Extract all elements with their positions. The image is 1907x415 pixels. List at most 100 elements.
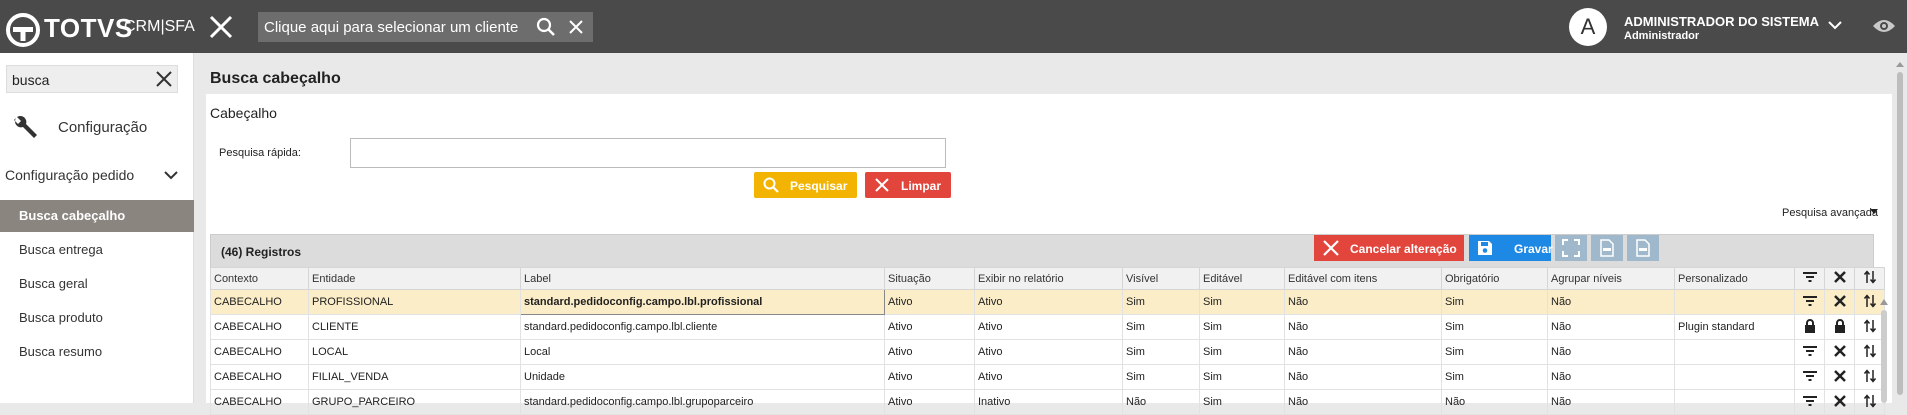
sidebar-config-title[interactable]: Configuração: [58, 119, 147, 136]
column-header[interactable]: Agrupar níveis: [1547, 267, 1675, 290]
filter-cell[interactable]: [1794, 364, 1825, 390]
table-cell: Sim: [1441, 339, 1548, 365]
tools-cell[interactable]: [1824, 389, 1855, 415]
search-icon: [763, 177, 779, 193]
sidebar-item-busca-cabecalho[interactable]: Busca cabeçalho: [0, 200, 194, 232]
advanced-search-toggle[interactable]: Pesquisa avançada: [1782, 207, 1878, 219]
locked-filter-cell[interactable]: [1794, 314, 1825, 340]
table-cell[interactable]: standard.pedidoconfig.campo.lbl.profissi…: [520, 289, 885, 315]
wrench-icon: [14, 116, 37, 138]
table-cell: [1674, 389, 1795, 415]
column-header[interactable]: Visível: [1122, 267, 1200, 290]
sidebar-item-busca-geral[interactable]: Busca geral: [0, 268, 194, 300]
table-cell: LOCAL: [308, 339, 521, 365]
table-cell: Sim: [1122, 364, 1200, 390]
sidebar-item-busca-produto[interactable]: Busca produto: [0, 302, 194, 334]
export-csv-button[interactable]: [1591, 235, 1623, 261]
column-header[interactable]: Editável com itens: [1284, 267, 1442, 290]
close-icon: [875, 178, 889, 192]
column-header[interactable]: Contexto: [210, 267, 309, 290]
table-cell: Local: [520, 339, 885, 365]
save-button[interactable]: Gravar: [1469, 235, 1553, 261]
column-header[interactable]: Entidade: [308, 267, 521, 290]
user-avatar[interactable]: A: [1569, 8, 1607, 46]
lock-icon: [1834, 318, 1845, 333]
table-header-row: Contexto Entidade Label Situação Exibir …: [210, 267, 1885, 290]
clear-client-icon[interactable]: [568, 19, 584, 35]
table-row[interactable]: CABECALHO PROFISSIONAL standard.pedidoconf…: [210, 289, 1885, 315]
locked-tools-cell[interactable]: [1824, 314, 1855, 340]
menu-search-input[interactable]: busca: [6, 65, 178, 93]
quick-search-input[interactable]: [350, 138, 946, 168]
tools-column-header[interactable]: [1824, 267, 1855, 290]
table-cell: FILIAL_VENDA: [308, 364, 521, 390]
user-role: Administrador: [1624, 30, 1700, 42]
eye-icon[interactable]: [1872, 18, 1896, 34]
filter-column-header[interactable]: [1794, 267, 1825, 290]
search-icon[interactable]: [536, 17, 556, 37]
filter-icon: [1802, 345, 1817, 356]
sort-column-header[interactable]: [1854, 267, 1885, 290]
clear-button[interactable]: Limpar: [865, 172, 951, 198]
sort-icon: [1863, 270, 1876, 284]
table-cell: Sim: [1122, 339, 1200, 365]
table-row[interactable]: CABECALHO CLIENTE standard.pedidoconfig.ca…: [210, 314, 1885, 340]
table-cell: Ativo: [974, 364, 1123, 390]
table-row[interactable]: CABECALHO GRUPO_PARCEIRO standard.pedidoco…: [210, 389, 1885, 415]
table-row[interactable]: CABECALHO LOCAL Local Ativo Ativo Sim Sim Não Si…: [210, 339, 1885, 365]
filter-cell[interactable]: [1794, 389, 1825, 415]
clear-button-label: Limpar: [901, 179, 942, 193]
page-scrollbar[interactable]: [1895, 60, 1905, 403]
column-header[interactable]: Label: [520, 267, 885, 290]
table-cell: GRUPO_PARCEIRO: [308, 389, 521, 415]
sidebar-item-busca-entrega[interactable]: Busca entrega: [0, 234, 194, 266]
clear-search-icon[interactable]: [155, 70, 173, 88]
table-cell: Sim: [1199, 389, 1285, 415]
cancel-changes-button[interactable]: Cancelar alteração: [1314, 235, 1464, 261]
filter-cell[interactable]: [1794, 289, 1825, 315]
table-cell: Não: [1441, 389, 1548, 415]
table-cell: Não: [1284, 364, 1442, 390]
client-selector[interactable]: Clique aqui para selecionar um cliente: [258, 12, 593, 42]
xls-file-icon: [1636, 239, 1650, 257]
export-xls-button[interactable]: [1627, 235, 1659, 261]
column-header[interactable]: Exibir no relatório: [974, 267, 1123, 290]
column-header[interactable]: Obrigatório: [1441, 267, 1548, 290]
grid-toolbar: (46) Registros: [210, 234, 1874, 268]
section-title: Cabeçalho: [210, 105, 277, 121]
fullscreen-button[interactable]: [1555, 235, 1587, 261]
filter-cell[interactable]: [1794, 339, 1825, 365]
table-scrollbar[interactable]: [1878, 296, 1890, 403]
table-cell: Ativo: [974, 314, 1123, 340]
sidebar-item-busca-resumo[interactable]: Busca resumo: [0, 336, 194, 368]
column-header[interactable]: Situação: [884, 267, 975, 290]
tools-cell[interactable]: [1824, 289, 1855, 315]
table-cell: Unidade: [520, 364, 885, 390]
totvs-logo-icon: [6, 13, 40, 47]
table-cell: [1674, 364, 1795, 390]
tools-icon: [1833, 344, 1846, 357]
cancel-changes-label: Cancelar alteração: [1350, 242, 1457, 256]
table-cell: Não: [1547, 289, 1675, 315]
search-button[interactable]: Pesquisar: [754, 172, 857, 198]
table-cell: Não: [1284, 314, 1442, 340]
table-cell: Não: [1547, 364, 1675, 390]
table-row[interactable]: CABECALHO FILIAL_VENDA Unidade Ativo Ativo Si…: [210, 364, 1885, 390]
client-selector-placeholder: Clique aqui para selecionar um cliente: [264, 19, 519, 36]
sort-icon: [1863, 343, 1876, 358]
lock-icon: [1804, 318, 1815, 333]
column-header[interactable]: Editável: [1199, 267, 1285, 290]
sidebar: busca Configuração Configuração pedido B…: [0, 53, 194, 403]
chevron-down-icon[interactable]: [1828, 20, 1842, 30]
table-cell: standard.pedidoconfig.campo.lbl.cliente: [520, 314, 885, 340]
tools-cell[interactable]: [1824, 364, 1855, 390]
chevron-down-icon[interactable]: [164, 170, 178, 180]
caret-down-icon[interactable]: [1870, 209, 1878, 215]
tools-icon: [1833, 394, 1846, 407]
tools-cell[interactable]: [1824, 339, 1855, 365]
table-cell: Não: [1284, 339, 1442, 365]
column-header[interactable]: Personalizado: [1674, 267, 1795, 290]
sidebar-group-config-pedido[interactable]: Configuração pedido: [5, 167, 134, 183]
tools-icon: [1833, 369, 1846, 382]
close-menu-icon[interactable]: [208, 14, 234, 40]
